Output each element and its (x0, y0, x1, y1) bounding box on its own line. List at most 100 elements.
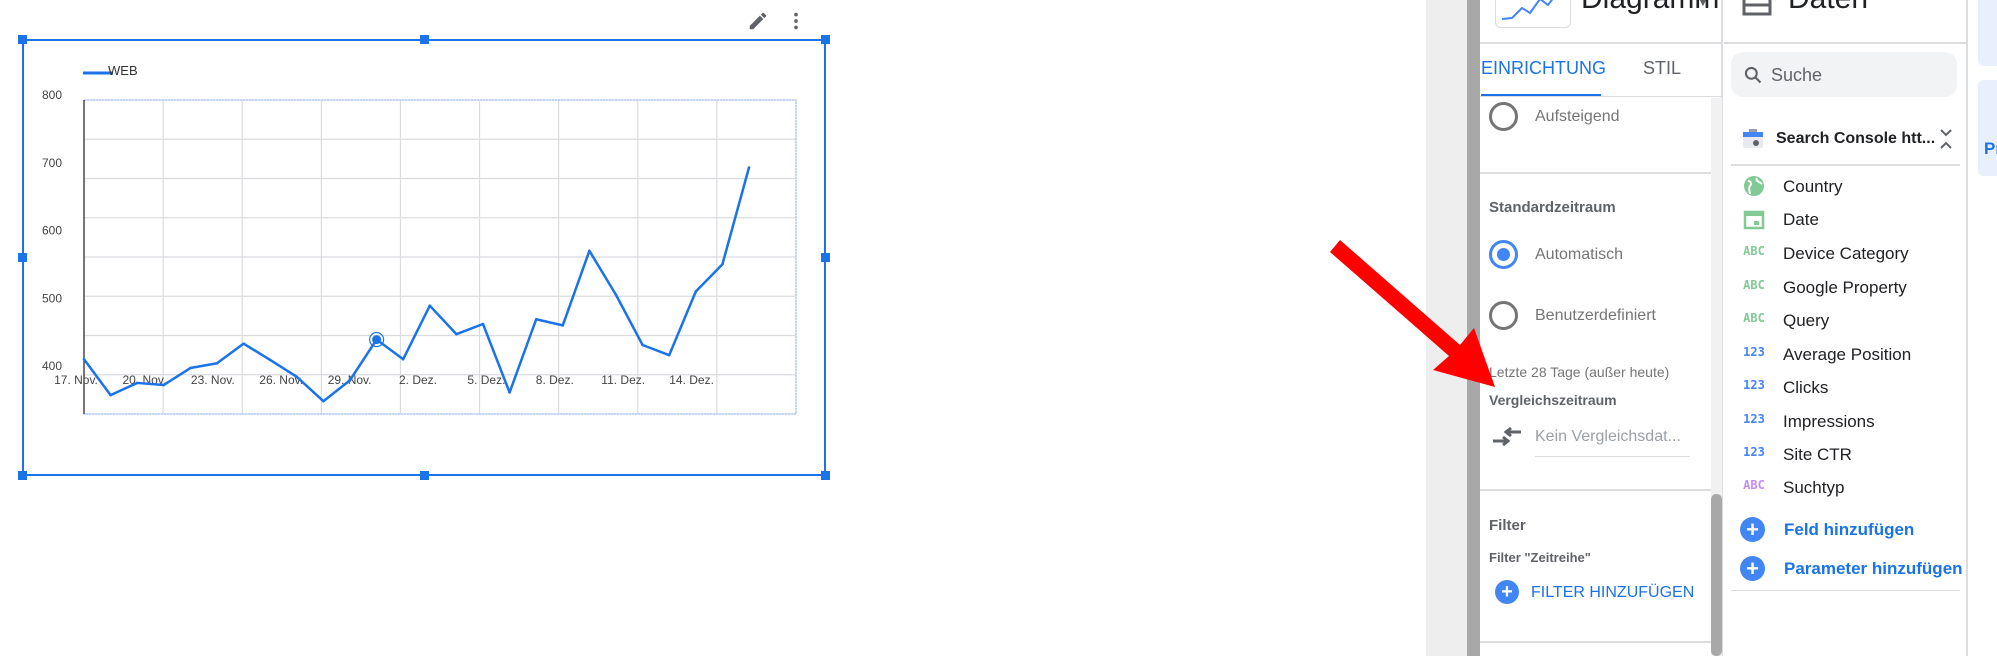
header-divider (1480, 42, 1723, 44)
radio-label: Aufsteigend (1535, 108, 1620, 125)
y-tick-label: 600 (42, 224, 62, 238)
field-item[interactable]: Date (1740, 204, 1965, 234)
search-placeholder: Suche (1771, 65, 1823, 85)
search-icon (1744, 66, 1762, 84)
data-point (401, 357, 405, 361)
field-item[interactable]: 123 Clicks (1740, 372, 1965, 402)
data-point (641, 343, 644, 347)
calendar-icon (1740, 208, 1768, 233)
side-card[interactable] (1978, 80, 1997, 176)
text-type-icon: ABC (1743, 244, 1765, 258)
field-label: Clicks (1783, 378, 1829, 397)
text-type-icon: ABC (1743, 311, 1765, 325)
section-title: Filter (1489, 517, 1526, 534)
data-point (295, 375, 299, 379)
field-item[interactable]: ABC Query (1740, 305, 1965, 335)
add-filter-button[interactable]: FILTER HINZUFÜGEN (1531, 585, 1694, 601)
data-source-name[interactable]: Search Console htt... (1776, 131, 1935, 147)
radio-label: Benutzerdefiniert (1535, 307, 1656, 324)
data-panel-title: Daten (1788, 0, 1868, 14)
add-circle-icon[interactable]: + (1740, 556, 1765, 581)
data-point (242, 342, 245, 345)
field-item[interactable]: ABC Suchtyp (1740, 472, 1965, 502)
field-label: Query (1783, 311, 1830, 330)
filter-subtitle: Filter "Zeitreihe" (1489, 550, 1591, 565)
section-divider (1731, 590, 1960, 591)
data-point (694, 290, 698, 293)
section-divider (1480, 641, 1711, 643)
chevron-down-icon[interactable]: ▼ (1696, 0, 1710, 8)
field-label: Average Position (1783, 345, 1912, 364)
section-divider (1480, 172, 1711, 174)
metric-type-icon: 123 (1743, 412, 1765, 426)
search-console-icon (1743, 129, 1763, 148)
x-tick-label: 17. Nov. (54, 373, 98, 387)
add-parameter-button[interactable]: Parameter hinzufügen (1784, 560, 1963, 577)
field-item[interactable]: ABC Google Property (1740, 272, 1965, 302)
chart-type-icon[interactable] (1495, 0, 1571, 28)
field-label: Google Property (1783, 278, 1907, 297)
add-circle-icon[interactable]: + (1495, 580, 1519, 604)
data-point (189, 366, 192, 370)
metric-type-icon: 123 (1743, 445, 1765, 459)
x-tick-label: 5. Dez. (467, 373, 505, 387)
date-range-hint: Letzte 28 Tage (außer heute) (1489, 364, 1670, 380)
x-tick-label: 23. Nov. (191, 373, 235, 387)
panel-scrollbar-thumb[interactable] (1711, 494, 1722, 656)
red-arrow-annotation (1330, 240, 1495, 387)
data-point (588, 249, 591, 253)
x-tick-label: 8. Dez. (536, 373, 574, 387)
field-item[interactable]: Country (1740, 171, 1965, 201)
text-type-icon: ABC (1743, 478, 1765, 492)
data-point (215, 361, 219, 365)
y-tick-label: 800 (42, 88, 62, 102)
data-point (135, 381, 139, 385)
compare-range-select[interactable]: Kein Vergleichsdat... (1535, 429, 1681, 445)
metric-type-icon: 123 (1743, 378, 1765, 392)
header-divider (1724, 42, 1967, 44)
field-item[interactable]: 123 Average Position (1740, 339, 1965, 369)
section-divider (1480, 489, 1711, 491)
metric-type-icon: 123 (1743, 345, 1765, 359)
select-underline (1535, 456, 1690, 457)
data-point (82, 357, 86, 361)
field-item[interactable]: 123 Site CTR (1740, 439, 1965, 469)
add-field-button[interactable]: Feld hinzufügen (1784, 521, 1914, 538)
data-point (322, 399, 325, 403)
field-label: Date (1783, 210, 1819, 229)
tab-stil[interactable]: STIL (1643, 59, 1681, 77)
globe-icon (1740, 175, 1768, 200)
field-search-input[interactable]: Suche (1731, 52, 1957, 97)
time-series-chart[interactable]: 80070060050040017. Nov. 20. Nov. 23. Nov. 2… (0, 0, 850, 480)
data-point (721, 263, 724, 266)
data-point (428, 304, 432, 308)
series-line-web (82, 167, 751, 403)
compare-arrows-icon (1493, 426, 1521, 447)
data-point (455, 332, 458, 336)
data-point (508, 391, 511, 394)
tabs-divider (1480, 96, 1723, 97)
field-item[interactable]: 123 Impressions (1740, 406, 1965, 436)
add-circle-icon[interactable]: + (1740, 517, 1765, 542)
data-point (561, 324, 565, 327)
x-tick-label: 14. Dez. (669, 373, 714, 387)
x-tick-label: 26. Nov. (259, 373, 303, 387)
field-item[interactable]: ABC Device Category (1740, 238, 1965, 268)
y-tick-label: 500 (42, 291, 62, 305)
data-point (109, 393, 112, 397)
data-point (667, 353, 671, 357)
side-card-label: Pr (1984, 139, 1997, 158)
field-label: Suchtyp (1783, 478, 1845, 497)
section-title: Standardzeitraum (1489, 199, 1616, 216)
data-point (162, 383, 166, 387)
tab-einrichtung[interactable]: EINRICHTUNG (1481, 59, 1606, 77)
expand-collapse-icon[interactable] (1938, 127, 1954, 151)
data-point (534, 317, 538, 321)
side-card[interactable] (1978, 0, 1997, 66)
y-tick-label: 700 (42, 156, 62, 170)
x-tick-label: 11. Dez. (601, 373, 645, 387)
data-point (348, 378, 352, 382)
data-point (614, 293, 618, 297)
radio-aufsteigend[interactable] (1489, 102, 1518, 131)
y-tick-label: 400 (42, 359, 62, 373)
